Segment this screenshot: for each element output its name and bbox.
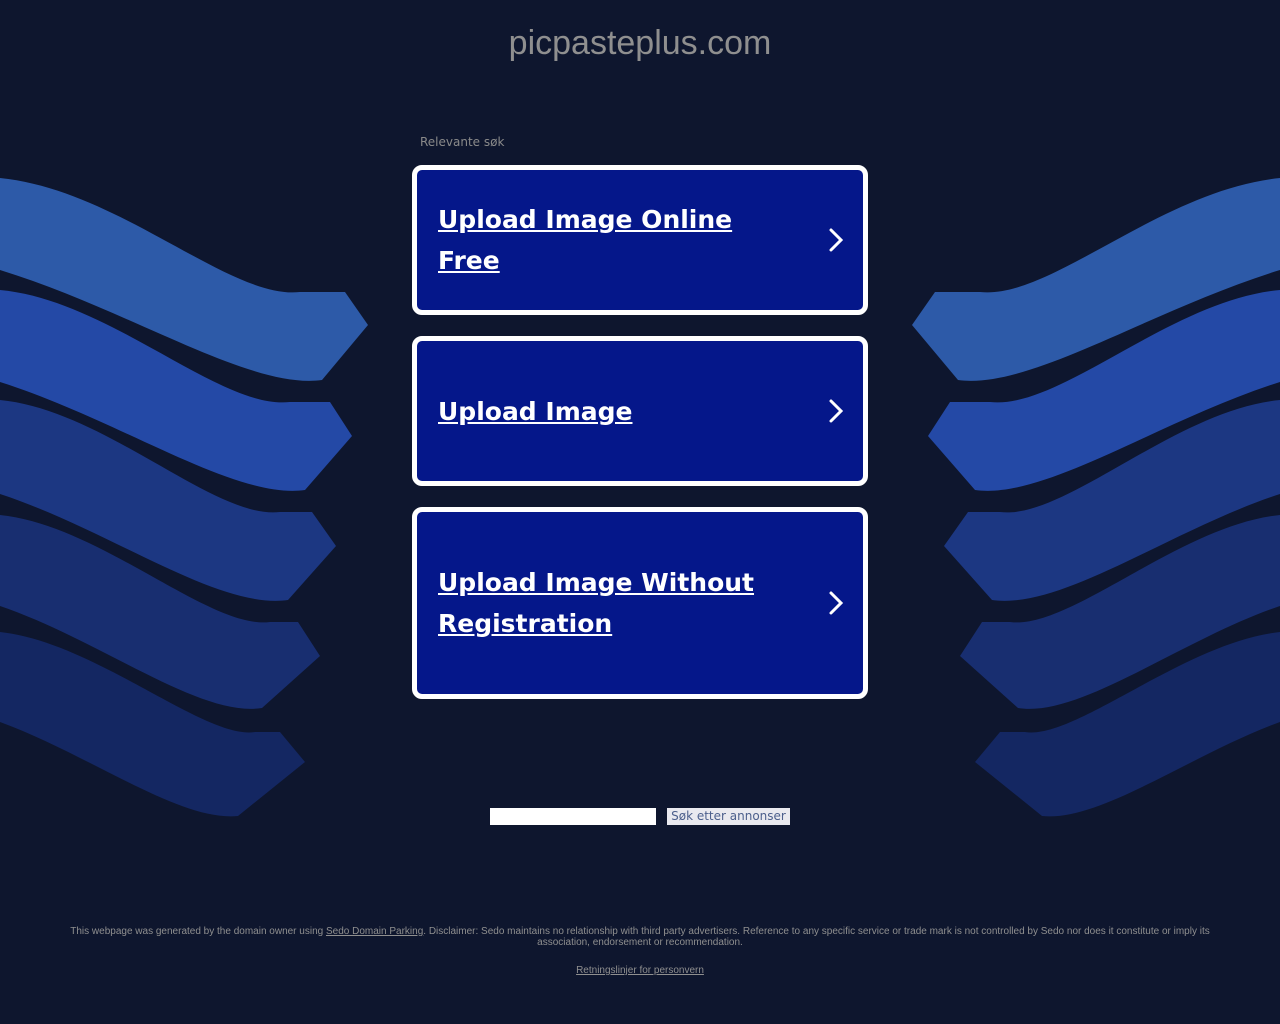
related-link-card[interactable]: Upload Image [412, 336, 868, 486]
related-searches-label: Relevante søk [420, 135, 505, 149]
related-link-card[interactable]: Upload Image Online Free [412, 165, 868, 315]
search-input[interactable] [490, 808, 657, 825]
chevron-right-icon [825, 589, 847, 617]
search-ads-button[interactable]: Søk etter annonser [667, 808, 790, 825]
privacy-policy: Retningslinjer for personvern [0, 965, 1280, 976]
related-link-text[interactable]: Upload Image Online Free [438, 199, 798, 281]
privacy-policy-link[interactable]: Retningslinjer for personvern [576, 965, 704, 976]
ad-search-form: Søk etter annonser [0, 808, 1280, 825]
related-link-text[interactable]: Upload Image [438, 391, 632, 432]
related-link-card[interactable]: Upload Image Without Registration [412, 507, 868, 699]
chevron-right-icon [825, 226, 847, 254]
footer-text-before: This webpage was generated by the domain… [70, 926, 326, 937]
footer-text-after: . Disclaimer: Sedo maintains no relation… [423, 926, 1210, 948]
right-waves [912, 178, 1280, 817]
related-link-text[interactable]: Upload Image Without Registration [438, 562, 798, 644]
sedo-parking-link[interactable]: Sedo Domain Parking [326, 926, 423, 937]
left-waves [0, 178, 368, 817]
parking-page: picpasteplus.com Relevante søk Upload Im… [0, 0, 1280, 1024]
domain-title: picpasteplus.com [508, 24, 772, 62]
chevron-right-icon [825, 397, 847, 425]
footer-disclaimer: This webpage was generated by the domain… [60, 926, 1220, 948]
related-links-list: Upload Image Online Free Upload Image Up… [412, 165, 868, 720]
